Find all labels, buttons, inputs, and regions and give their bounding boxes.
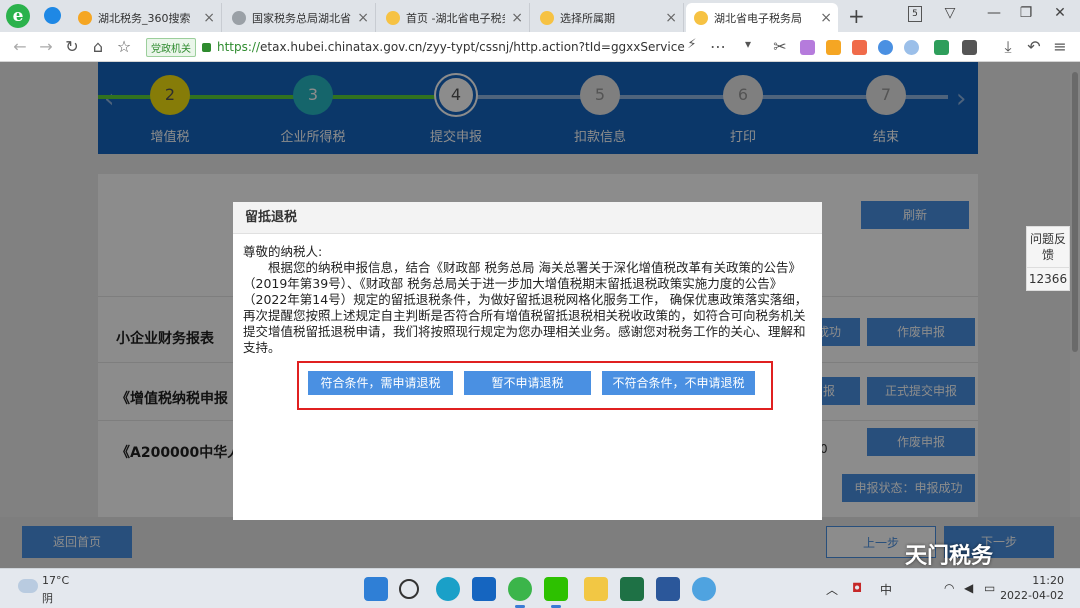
dialog-message: 根据您的纳税申报信息，结合《财政部 税务总局 海关总署关于深化增值税改革有关政策… xyxy=(243,260,808,355)
gov-site-badge: 党政机关 xyxy=(146,37,196,57)
battery-icon[interactable]: ▭ xyxy=(984,581,995,595)
home-icon[interactable]: ⌂ xyxy=(88,37,108,56)
volume-icon[interactable]: ◀ xyxy=(964,581,973,595)
dialog-greeting: 尊敬的纳税人: xyxy=(243,244,323,259)
clock-time: 11:20 xyxy=(1032,574,1064,587)
ime-indicator[interactable]: 中 xyxy=(880,581,892,598)
dialog-body: 尊敬的纳税人: 根据您的纳税申报信息，结合《财政部 税务总局 海关总署关于深化增… xyxy=(233,234,822,356)
not-eligible-button[interactable]: 不符合条件，不申请退税 xyxy=(602,371,755,395)
lock-icon xyxy=(202,42,211,52)
reader-extension-icon[interactable] xyxy=(934,40,949,55)
cloud-icon xyxy=(18,579,38,593)
more-icon[interactable]: ⋯ xyxy=(708,37,728,56)
reload-icon[interactable]: ↻ xyxy=(62,37,82,56)
hotline-number: 12366 xyxy=(1028,272,1068,286)
close-tab-icon[interactable]: × xyxy=(511,10,523,26)
pinned-tab-icon[interactable] xyxy=(44,7,61,24)
undo-icon[interactable]: ↶ xyxy=(1024,37,1044,56)
close-tab-icon[interactable]: × xyxy=(203,10,215,26)
start-menu-icon[interactable] xyxy=(364,577,388,601)
browser-logo-icon: e xyxy=(6,4,30,28)
minimize-icon[interactable]: — xyxy=(984,5,1004,21)
file-explorer-icon[interactable] xyxy=(584,577,608,601)
back-icon[interactable]: ← xyxy=(10,37,30,56)
browser-tab-strip: e 湖北税务_360搜索 × 国家税务总局湖北省税 × 首页 -湖北省电子税务 … xyxy=(0,0,1080,32)
tab-hubei-tax-bureau[interactable]: 国家税务总局湖北省税 × xyxy=(224,3,376,32)
tab-360-search[interactable]: 湖北税务_360搜索 × xyxy=(70,3,222,32)
tab-label: 国家税务总局湖北省税 xyxy=(252,11,352,25)
tab-select-period[interactable]: 选择所属期 × xyxy=(532,3,684,32)
tab-label: 湖北省电子税务局 xyxy=(714,11,802,25)
wechat-icon[interactable] xyxy=(544,577,568,601)
tab-etax-active[interactable]: 湖北省电子税务局 × xyxy=(686,3,838,32)
side-float-panel: 问题反馈 12366 xyxy=(1026,226,1070,291)
security-tray-icon[interactable]: ◘ xyxy=(852,581,862,595)
dialog-title: 留抵退税 xyxy=(233,202,822,234)
scissors-icon[interactable]: ✂ xyxy=(770,37,790,56)
search-extension-icon[interactable] xyxy=(878,40,893,55)
weather-condition: 阴 xyxy=(42,592,53,605)
emblem-favicon-icon xyxy=(540,10,554,25)
wifi-icon[interactable]: ◠ xyxy=(944,581,954,595)
system-clock[interactable]: 11:20 2022-04-02 xyxy=(1000,573,1064,603)
menu-icon[interactable]: ▽ xyxy=(940,5,960,21)
tab-label: 选择所属期 xyxy=(560,11,615,25)
close-window-icon[interactable]: ✕ xyxy=(1050,5,1070,21)
minus-extension-icon[interactable] xyxy=(904,40,919,55)
dropdown-icon[interactable]: ▾ xyxy=(738,37,758,51)
extension-icon[interactable] xyxy=(826,40,841,55)
edge-icon[interactable] xyxy=(436,577,460,601)
weather-temperature[interactable]: 17°C xyxy=(42,574,69,587)
globe-app-icon[interactable] xyxy=(692,577,716,601)
game-extension-icon[interactable] xyxy=(852,40,867,55)
word-icon[interactable] xyxy=(656,577,680,601)
url-text[interactable]: https://etax.hubei.chinatax.gov.cn/zyy-t… xyxy=(217,40,738,54)
apps-grid-icon[interactable] xyxy=(962,40,977,55)
url-path: etax.hubei.chinatax.gov.cn/zyy-typt/cssn… xyxy=(260,40,685,54)
browser-toolbar: ← → ↻ ⌂ ☆ 党政机关 https://etax.hubei.chinat… xyxy=(0,32,1080,62)
tab-list-icon[interactable]: 5 xyxy=(908,6,922,22)
search-favicon-icon xyxy=(78,10,92,25)
favorites-icon[interactable]: ☆ xyxy=(114,37,134,56)
tray-expand-icon[interactable]: ︿ xyxy=(826,581,838,598)
clock-date: 2022-04-02 xyxy=(1000,589,1064,602)
excel-icon[interactable] xyxy=(620,577,644,601)
tab-label: 湖北税务_360搜索 xyxy=(98,11,191,25)
globe-favicon-icon xyxy=(232,10,246,25)
download-icon[interactable]: ⤓ xyxy=(998,37,1018,57)
tab-etax-home[interactable]: 首页 -湖北省电子税务 × xyxy=(378,3,530,32)
url-scheme: https:// xyxy=(217,40,261,54)
feedback-link[interactable]: 问题反馈 xyxy=(1027,227,1069,268)
close-tab-icon[interactable]: × xyxy=(820,10,832,26)
tab-label: 首页 -湖北省电子税务 xyxy=(406,11,506,25)
not-now-button[interactable]: 暂不申请退税 xyxy=(464,371,591,395)
restore-icon[interactable]: ❐ xyxy=(1016,5,1036,21)
search-icon[interactable] xyxy=(399,579,419,599)
tax-refund-dialog: 留抵退税 尊敬的纳税人: 根据您的纳税申报信息，结合《财政部 税务总局 海关总署… xyxy=(233,202,822,520)
close-tab-icon[interactable]: × xyxy=(357,10,369,26)
windows-taskbar: 17°C 阴 ︿ ◘ 中 ◠ ◀ ▭ 11:20 2022-04-02 xyxy=(0,568,1080,608)
new-tab-button[interactable]: + xyxy=(848,4,865,28)
address-bar[interactable]: 党政机关 https://etax.hubei.chinatax.gov.cn/… xyxy=(146,36,738,58)
close-tab-icon[interactable]: × xyxy=(665,10,677,26)
apply-refund-button[interactable]: 符合条件，需申请退税 xyxy=(308,371,453,395)
emblem-favicon-icon xyxy=(694,10,708,25)
lightning-icon[interactable]: ⚡ xyxy=(682,37,702,52)
forward-icon[interactable]: → xyxy=(36,37,56,56)
emblem-favicon-icon xyxy=(386,10,400,25)
translate-extension-icon[interactable] xyxy=(800,40,815,55)
menu-lines-icon[interactable]: ≡ xyxy=(1050,37,1070,56)
watermark-text: 天门税务 xyxy=(905,544,994,569)
app-l-icon[interactable] xyxy=(472,577,496,601)
browser-360-icon[interactable] xyxy=(508,577,532,601)
